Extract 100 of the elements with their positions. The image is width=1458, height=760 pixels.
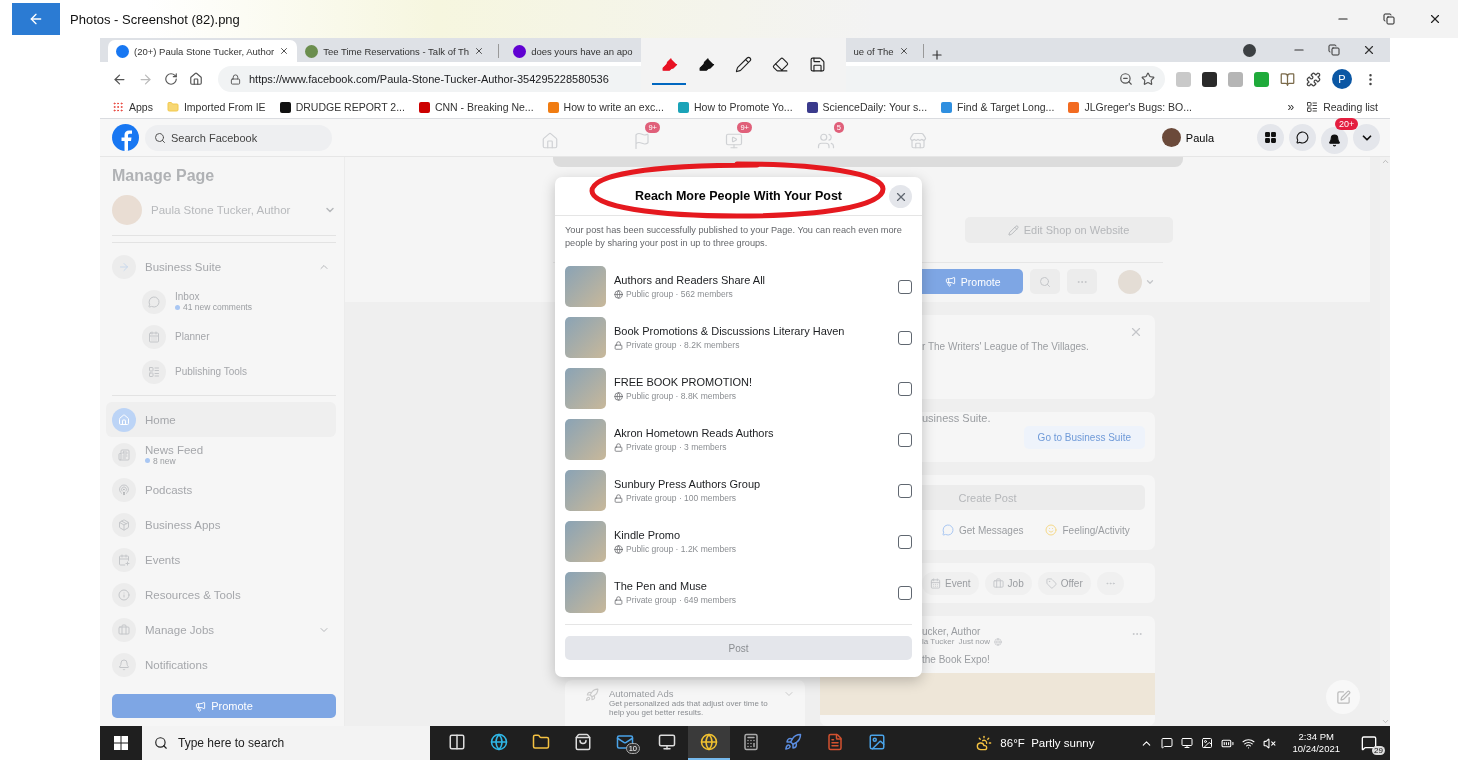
group-thumbnail [565,419,606,460]
events-icon [118,553,130,566]
close-tab-icon[interactable] [474,46,485,56]
close-icon[interactable] [1362,43,1376,57]
messenger-button[interactable] [1289,124,1316,151]
bell-icon [1328,134,1341,147]
reload-icon[interactable] [164,72,178,86]
nav-icon [725,131,743,150]
profile-avatar[interactable] [1161,128,1181,147]
dialog-title: Reach More People With Your Post [634,189,843,203]
notifications-button[interactable]: 29 [1356,731,1382,755]
search-field[interactable]: Search Facebook [145,124,332,151]
group-option[interactable]: Akron Hometown Reads Authors Private group · 3 members [555,414,922,465]
books-icon[interactable] [1280,71,1295,87]
checkbox[interactable] [898,585,912,600]
folder-icon [166,101,179,113]
scroll-down-icon [1380,717,1390,726]
bookmark[interactable]: JLGreger's Bugs: BO... [1068,101,1192,113]
profile-name[interactable]: Paula [1185,131,1214,144]
checkbox[interactable] [898,483,912,498]
back-arrow-icon [28,11,44,27]
store-icon [574,733,592,751]
bookmark[interactable]: Imported From IE [166,101,266,113]
window-title: Photos - Screenshot (82).png [70,11,241,27]
notice-text: r The Writers' League of The Villages. [922,341,1089,352]
page-avatar [112,195,142,225]
globe-icon [614,544,623,554]
taskview-icon [448,733,466,751]
group-option[interactable]: The Pen and Muse Private group · 649 members [555,567,922,618]
weather-text[interactable]: 86°F Partly sunny [1000,737,1095,749]
facebook-logo[interactable] [112,124,139,151]
group-option[interactable]: Kindle Promo Public group · 1.2K members [555,516,922,567]
scroll-up-icon [1380,157,1390,166]
bookmark[interactable]: ScienceDaily: Your s... [806,101,928,113]
favicon [116,44,129,58]
group-thumbnail [565,368,606,409]
close-tab-icon[interactable] [898,46,909,56]
planner-icon [148,330,160,343]
calculator-icon [742,733,760,751]
tray-icon[interactable] [1201,737,1214,749]
taskbar-search-field[interactable]: Type here to search [142,726,430,760]
more-bookmarks-button[interactable]: » [1287,100,1295,114]
search-icon [154,736,168,750]
browser-tab[interactable]: does yours have an apo [505,40,641,62]
clock[interactable]: 2:34 PM 10/24/2021 [1292,731,1340,755]
close-tab-icon[interactable] [279,46,290,56]
post-byline: la Tucker [922,637,955,646]
eraser-icon [771,55,789,73]
bookmark[interactable]: Find & Target Long... [941,101,1055,113]
messenger-icon [942,524,954,536]
bookmark[interactable]: How to Promote Yo... [677,101,793,113]
notifications-icon [118,658,130,671]
menu-button[interactable] [1257,124,1284,151]
lock-icon [614,493,623,503]
group-name: FREE BOOK PROMOTION! [614,376,754,388]
profile-button[interactable]: P [1332,69,1352,89]
notifications-button[interactable] [1321,127,1348,154]
bookmark[interactable]: How to write an exc... [547,101,664,113]
lock-icon [230,73,241,85]
group-option[interactable]: FREE BOOK PROMOTION! Public group · 8.8K members [555,363,922,414]
bookmark[interactable]: CNN - Breaking Ne... [418,101,534,113]
podcasts-icon [118,483,130,496]
checkbox[interactable] [898,432,912,447]
globe-icon [994,637,1003,646]
checkbox[interactable] [898,381,912,396]
suite-text: usiness Suite. [922,412,991,424]
home-icon[interactable] [189,72,203,86]
zoom-icon[interactable] [1119,72,1133,86]
tray-icon[interactable] [1181,737,1194,749]
bookmark-star-icon[interactable] [1141,72,1155,86]
reading-list-button[interactable]: Reading list [1306,101,1378,113]
browser-tab[interactable]: ue of The [845,40,917,62]
extensions-icon[interactable] [1306,71,1321,87]
account-button[interactable] [1353,124,1380,151]
bookmark[interactable]: Apps [112,101,153,113]
megaphone-icon [944,276,956,287]
tray-icon[interactable] [1161,737,1174,749]
group-meta: Public group · 8.8K members [614,391,890,401]
count-badge: 29 [1372,746,1385,755]
post-time: Just now [958,637,991,646]
taskbar-app[interactable] [688,726,730,760]
wifi-icon[interactable] [1242,736,1256,750]
back-button[interactable] [12,3,60,35]
browser-tab[interactable]: (20+) Paula Stone Tucker, Author [108,40,298,62]
extension-icon[interactable] [1202,71,1217,87]
checkbox[interactable] [898,330,912,345]
lock-icon [614,340,623,350]
new-tab-icon[interactable] [929,48,944,62]
back-icon[interactable] [112,71,127,87]
group-option[interactable]: Book Promotions & Discussions Literary Haven Private group · 8.2K members [555,312,922,363]
search-icon [1038,275,1051,288]
ads-description: Get personalized ads that adjust over time to help you get better results. [609,699,769,717]
close-button[interactable] [889,185,912,208]
reading-list-icon [1306,101,1319,113]
browser-tab[interactable]: Tee Time Reservations - Talk of Th [297,40,493,62]
bookmark[interactable]: DRUDGE REPORT 2... [279,101,405,113]
volume-icon[interactable] [1263,736,1277,750]
checkbox[interactable] [898,279,912,294]
checkbox[interactable] [898,534,912,549]
restore-icon[interactable] [1328,44,1340,56]
